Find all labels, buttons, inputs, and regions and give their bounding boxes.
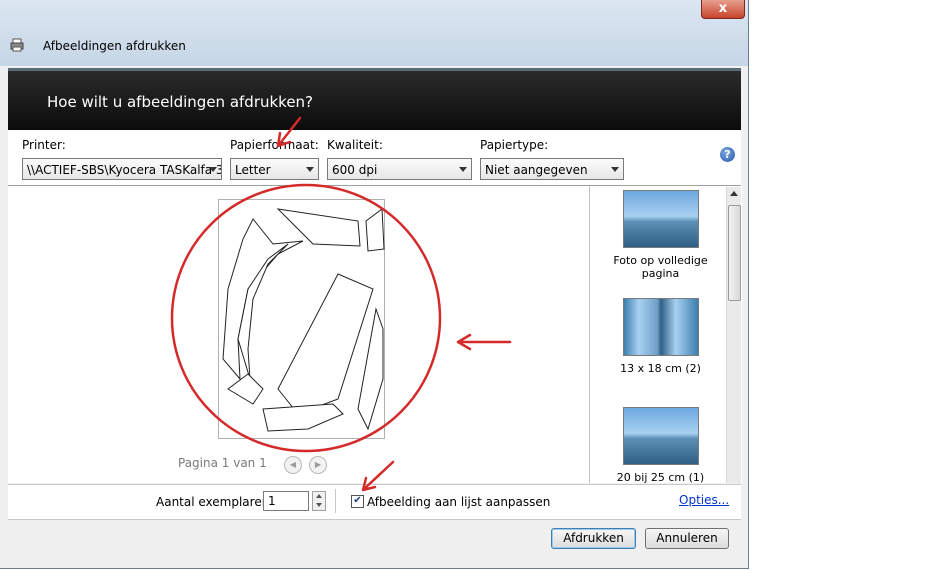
chevron-left-icon: ◀	[289, 460, 297, 469]
print-button[interactable]: Afdrukken	[551, 528, 636, 549]
chevron-right-icon: ▶	[314, 460, 322, 469]
divider	[335, 489, 336, 513]
page-title: Hoe wilt u afbeeldingen afdrukken?	[47, 93, 314, 111]
paper-size-select[interactable]: Letter	[230, 158, 319, 180]
layout-thumbnail	[622, 407, 699, 465]
quality-select[interactable]: 600 dpi	[327, 158, 472, 180]
printer-label: Printer:	[22, 138, 66, 152]
layout-item-13x18[interactable]: 13 x 18 cm (2)	[594, 298, 727, 375]
scroll-thumb[interactable]	[728, 205, 741, 301]
printer-value: \\ACTIEF-SBS\Kyocera TASKalfa 3	[27, 163, 222, 177]
page-indicator: Pagina 1 van 1	[178, 456, 267, 470]
page-preview	[218, 199, 385, 439]
layout-label: 13 x 18 cm (2)	[620, 362, 701, 375]
window-title: Afbeeldingen afdrukken	[43, 39, 186, 53]
layout-list: Foto op volledige pagina 13 x 18 cm (2) …	[589, 186, 742, 484]
help-icon[interactable]: ?	[720, 147, 735, 162]
layout-thumbnail	[622, 298, 699, 356]
header-banner: Hoe wilt u afbeeldingen afdrukken?	[8, 68, 741, 131]
copies-input[interactable]: 1	[263, 491, 309, 511]
options-link[interactable]: Opties...	[679, 493, 729, 507]
chevron-down-icon	[459, 167, 467, 172]
quality-label: Kwaliteit:	[327, 138, 383, 152]
paper-size-label: Papierformaat:	[230, 138, 319, 152]
layout-label: Foto op volledige pagina	[613, 254, 708, 280]
chevron-down-icon	[306, 167, 314, 172]
layout-item-full-page[interactable]: Foto op volledige pagina	[594, 190, 727, 280]
layout-scrollbar[interactable]	[726, 187, 741, 483]
layout-item-20x25[interactable]: 20 bij 25 cm (1)	[594, 407, 727, 484]
copies-stepper[interactable]	[312, 491, 326, 511]
close-button[interactable]: x	[701, 0, 745, 19]
stepper-up-icon[interactable]	[316, 494, 322, 498]
print-pictures-dialog: x Afbeeldingen afdrukken Hoe wilt u afbe…	[0, 0, 749, 569]
paper-type-select[interactable]: Niet aangegeven	[480, 158, 624, 180]
print-options-bar: Printer: \\ACTIEF-SBS\Kyocera TASKalfa 3…	[8, 130, 741, 186]
next-page-button[interactable]: ▶	[309, 456, 327, 474]
layout-label: 20 bij 25 cm (1)	[616, 471, 705, 484]
paper-type-label: Papiertype:	[480, 138, 549, 152]
stepper-down-icon[interactable]	[316, 503, 322, 507]
paper-size-value: Letter	[235, 163, 271, 177]
print-preview-area: Pagina 1 van 1 ◀ ▶	[8, 186, 589, 483]
printer-icon	[10, 38, 24, 52]
bottom-options-bar: Aantal exemplaren: 1 ✔ Afbeelding aan li…	[8, 484, 741, 520]
previous-page-button[interactable]: ◀	[284, 456, 302, 474]
fit-picture-checkbox[interactable]: ✔	[351, 495, 364, 508]
checkmark-icon: ✔	[353, 495, 362, 506]
chevron-down-icon	[611, 167, 619, 172]
scroll-up-icon[interactable]	[730, 191, 738, 196]
cancel-button[interactable]: Annuleren	[645, 528, 729, 549]
paper-type-value: Niet aangegeven	[485, 163, 588, 177]
copies-label: Aantal exemplaren:	[156, 495, 274, 509]
printer-select[interactable]: \\ACTIEF-SBS\Kyocera TASKalfa 3	[22, 158, 222, 180]
close-icon: x	[718, 1, 728, 16]
quality-value: 600 dpi	[332, 163, 378, 177]
title-bar: x Afbeeldingen afdrukken	[0, 0, 748, 66]
fit-picture-label: Afbeelding aan lijst aanpassen	[367, 495, 551, 509]
chevron-down-icon	[209, 167, 217, 172]
layout-thumbnail	[622, 190, 699, 248]
